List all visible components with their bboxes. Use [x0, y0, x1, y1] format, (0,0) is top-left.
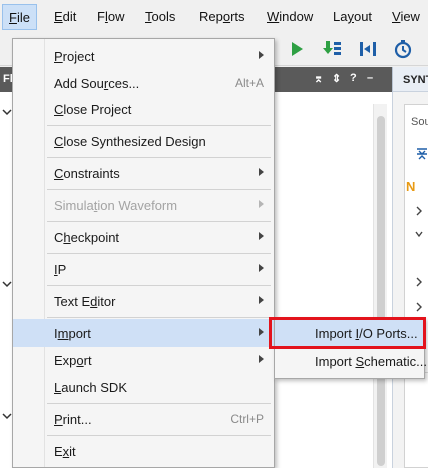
menu-item-project[interactable]: Project — [13, 42, 274, 70]
tab-label: SYNT — [403, 74, 428, 86]
menu-bar: File Edit Flow Tools Reports Window Layo… — [0, 0, 428, 32]
menu-separator — [47, 253, 271, 254]
menu-item-export[interactable]: Export — [13, 346, 274, 374]
menu-layout[interactable]: Layout — [333, 8, 372, 26]
menu-separator — [47, 435, 271, 436]
menu-item-text-editor[interactable]: Text Editor — [13, 287, 274, 315]
chevron-down-icon[interactable] — [2, 280, 12, 288]
menu-item-label: Simulation Waveform — [54, 198, 178, 213]
chevron-right-icon[interactable] — [415, 302, 423, 312]
menu-item-simulation-waveform: Simulation Waveform — [13, 191, 274, 219]
menu-item-add-sources[interactable]: Add Sources... Alt+A — [13, 69, 274, 97]
menu-item-close-synthesized-design[interactable]: Close Synthesized Design — [13, 127, 274, 155]
menu-item-label: Launch SDK — [54, 380, 127, 395]
menu-separator — [47, 285, 271, 286]
menu-item-close-project[interactable]: Close Project — [13, 95, 274, 123]
run-icon[interactable] — [286, 39, 308, 59]
submenu-arrow-icon — [259, 168, 264, 176]
menu-separator — [47, 157, 271, 158]
menu-item-ip[interactable]: IP — [13, 255, 274, 283]
menu-separator — [47, 403, 271, 404]
sources-panel: Sou N — [404, 104, 428, 468]
menu-separator — [47, 189, 271, 190]
menu-item-label: Import Schematic... — [315, 354, 427, 369]
menu-item-label: Text Editor — [54, 294, 116, 309]
menu-window[interactable]: Window — [267, 8, 313, 26]
chevron-right-icon[interactable] — [415, 277, 423, 287]
shortcut-label: Ctrl+P — [230, 412, 264, 426]
submenu-arrow-icon — [259, 328, 264, 336]
menu-item-label: Print... — [54, 412, 92, 427]
synthesized-design-tab[interactable]: SYNT — [392, 67, 428, 92]
menu-item-exit[interactable]: Exit — [13, 437, 274, 465]
step-icon[interactable] — [357, 39, 379, 59]
menu-view[interactable]: View — [392, 8, 420, 26]
menu-item-label: Import I/O Ports... — [315, 326, 418, 341]
menu-file[interactable]: File — [2, 4, 37, 30]
collapse-icon[interactable] — [416, 148, 428, 160]
menu-item-label: Checkpoint — [54, 230, 120, 245]
menu-reports[interactable]: Reports — [199, 8, 245, 26]
scrollbar-thumb[interactable] — [377, 116, 385, 466]
shortcut-label: Alt+A — [234, 76, 264, 90]
timer-icon[interactable] — [392, 39, 414, 59]
menu-separator — [47, 317, 271, 318]
menu-item-print[interactable]: Print... Ctrl+P — [13, 405, 274, 433]
run-implementation-icon[interactable] — [321, 39, 343, 59]
menu-item-import-schematic[interactable]: Import Schematic... — [275, 348, 427, 375]
menu-item-constraints[interactable]: Constraints — [13, 159, 274, 187]
menu-item-label: Export — [54, 353, 92, 368]
menu-tools[interactable]: Tools — [145, 8, 175, 26]
menu-item-label: IP — [54, 262, 67, 277]
menu-item-launch-sdk[interactable]: Launch SDK — [13, 373, 274, 401]
menu-item-import[interactable]: Import — [13, 319, 274, 347]
chevron-down-icon[interactable] — [2, 108, 12, 116]
submenu-arrow-icon — [259, 264, 264, 272]
menu-item-label: Close Project — [54, 102, 132, 117]
menu-item-label: Import — [54, 326, 91, 341]
chevron-down-icon[interactable] — [2, 412, 12, 420]
chevron-right-icon[interactable] — [415, 206, 423, 216]
menu-separator — [47, 221, 271, 222]
menu-item-label: Add Sources... — [54, 76, 140, 91]
file-menu: Project Add Sources... Alt+A Close Proje… — [12, 38, 275, 468]
minimize-icon[interactable]: – — [367, 72, 373, 84]
import-submenu: Import I/O Ports... Import Schematic... — [274, 318, 427, 379]
menu-item-import-io-ports[interactable]: Import I/O Ports... — [275, 320, 424, 347]
menu-item-label: Project — [54, 49, 95, 64]
menu-item-label: Exit — [54, 444, 76, 459]
submenu-arrow-icon — [259, 200, 264, 208]
menu-item-checkpoint[interactable]: Checkpoint — [13, 223, 274, 251]
submenu-arrow-icon — [259, 296, 264, 304]
collapse-all-icon[interactable]: ⌆ — [314, 72, 323, 85]
chevron-down-icon[interactable] — [415, 229, 423, 239]
menu-separator — [47, 125, 271, 126]
submenu-arrow-icon — [259, 232, 264, 240]
netlist-icon: N — [406, 179, 416, 194]
help-icon[interactable]: ? — [350, 72, 357, 84]
menu-item-label: Constraints — [54, 166, 120, 181]
sources-header: Sou — [411, 116, 428, 128]
submenu-arrow-icon — [259, 51, 264, 59]
menu-edit[interactable]: Edit — [54, 8, 76, 26]
menu-flow[interactable]: Flow — [97, 8, 124, 26]
vertical-scrollbar[interactable] — [373, 104, 387, 468]
menu-item-label: Close Synthesized Design — [54, 134, 206, 149]
expand-icon[interactable]: ⇕ — [332, 72, 341, 85]
submenu-arrow-icon — [259, 355, 264, 363]
